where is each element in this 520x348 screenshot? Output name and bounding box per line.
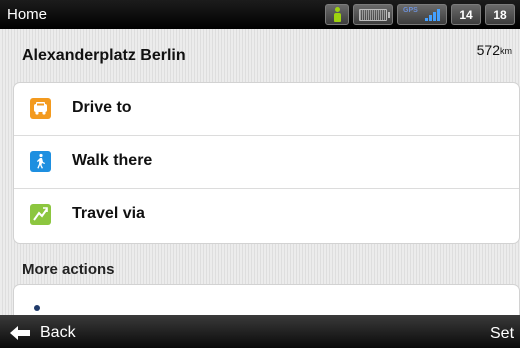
walk-there-label: Walk there bbox=[72, 152, 153, 169]
travel-via-label: Travel via bbox=[72, 205, 145, 222]
top-bar: Home GPS 14 18 bbox=[0, 0, 520, 29]
set-button[interactable]: Set bbox=[490, 325, 520, 343]
arrow-left-icon bbox=[9, 325, 31, 341]
gps-signal-icon: GPS bbox=[397, 4, 447, 25]
car-icon bbox=[30, 98, 51, 119]
action-drive-to[interactable]: Drive to bbox=[14, 83, 519, 136]
route-icon bbox=[30, 204, 51, 225]
gps-label: GPS bbox=[403, 7, 418, 14]
status-indicators: GPS 14 18 bbox=[325, 4, 515, 25]
screen-title: Home bbox=[7, 6, 48, 23]
drive-to-label: Drive to bbox=[72, 99, 132, 116]
bottom-bar: Back Set bbox=[0, 315, 520, 348]
walking-person-icon bbox=[325, 4, 349, 25]
more-actions-list[interactable] bbox=[14, 285, 519, 315]
more-actions-heading: More actions bbox=[22, 261, 115, 278]
list-item-icon bbox=[34, 305, 40, 311]
distance-unit: km bbox=[500, 46, 512, 56]
clock-minute: 18 bbox=[485, 4, 515, 25]
location-name: Alexanderplatz Berlin bbox=[22, 47, 186, 64]
back-label: Back bbox=[40, 324, 76, 341]
action-travel-via[interactable]: Travel via bbox=[14, 189, 519, 242]
actions-list: Drive to Walk there Travel via bbox=[14, 83, 519, 243]
action-walk-there[interactable]: Walk there bbox=[14, 136, 519, 189]
location-distance: 572km bbox=[476, 42, 512, 58]
distance-value: 572 bbox=[476, 42, 500, 58]
walking-icon bbox=[30, 151, 51, 172]
clock-hour: 14 bbox=[451, 4, 481, 25]
back-button[interactable]: Back bbox=[9, 322, 76, 344]
signal-bars bbox=[425, 9, 440, 21]
battery-icon bbox=[353, 4, 393, 25]
